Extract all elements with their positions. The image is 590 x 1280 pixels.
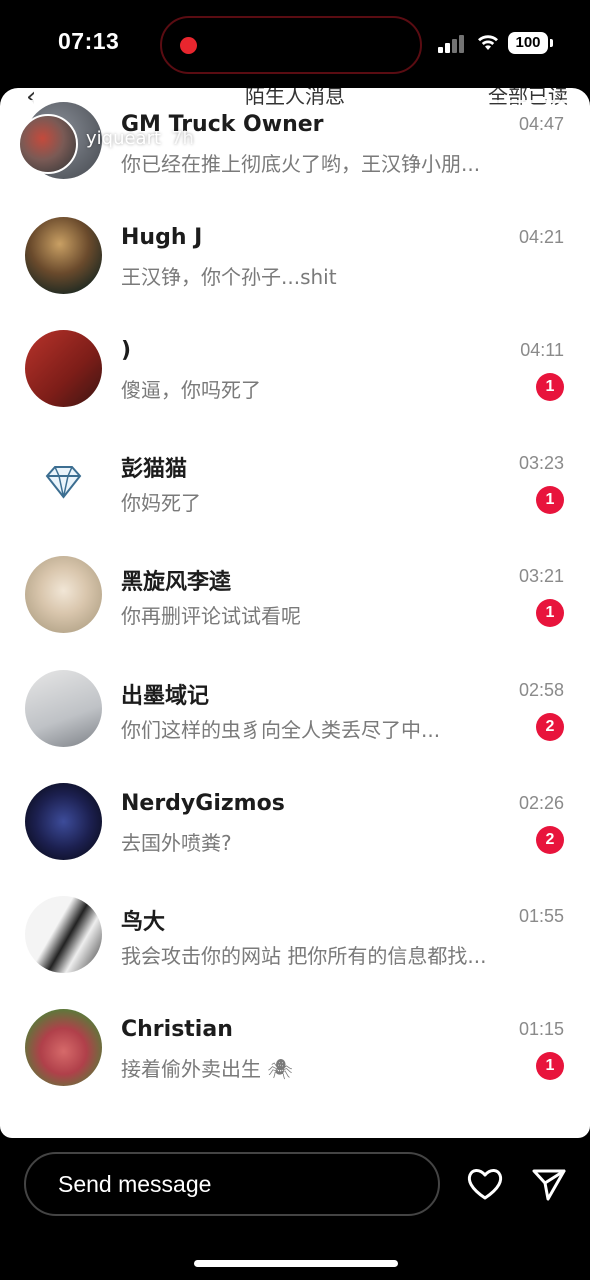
conversation-time: 02:58	[518, 680, 564, 700]
unread-badge: 2	[536, 713, 564, 741]
avatar	[25, 1009, 102, 1086]
conversation-name: 鸟大	[121, 910, 166, 935]
unread-badge: 1	[536, 599, 564, 627]
conversation-time: 02:26	[518, 793, 564, 813]
conversation-preview: 接着偷外卖出生 🕷	[121, 1057, 293, 1081]
conversation-name: Hugh J	[121, 225, 203, 250]
status-time: 07:13	[58, 28, 120, 54]
list-item: Hugh J 王汉铮，你个孙子...shit 04:21	[0, 215, 590, 328]
story-username[interactable]: yiqueart	[86, 128, 161, 149]
story-age: 7h	[171, 128, 194, 149]
conversation-time: 01:55	[518, 906, 564, 926]
story-content: ‹ 陌生人消息 全部已读 GM Truck Owner 你已经在推上彻底火了哟，…	[0, 88, 590, 1138]
battery-level: 100	[515, 34, 541, 51]
conversation-name: NerdyGizmos	[121, 791, 285, 816]
conversation-preview: 王汉铮，你个孙子...shit	[121, 265, 337, 289]
list-item: NerdyGizmos 去国外喷粪? 02:26 2	[0, 781, 590, 894]
heart-icon[interactable]	[466, 1166, 504, 1202]
list-item: 出墨域记 你们这样的虫豸向全人类丢尽了中... 02:58 2	[0, 668, 590, 781]
status-bar: 07:13 100	[0, 0, 590, 88]
diamond-icon	[45, 466, 82, 499]
conversation-time: 04:11	[520, 340, 564, 360]
home-indicator	[194, 1260, 398, 1267]
unread-badge: 1	[536, 1052, 564, 1080]
conversation-name: Christian	[121, 1017, 233, 1042]
story-author-avatar[interactable]	[18, 114, 78, 174]
conversation-preview: 你已经在推上彻底火了哟，王汉铮小朋...	[121, 152, 481, 176]
unread-badge: 2	[536, 826, 564, 854]
list-item: 彭猫猫 你妈死了 03:23 1	[0, 441, 590, 554]
conversation-name: 彭猫猫	[121, 457, 188, 482]
recording-indicator-icon	[180, 37, 197, 54]
dynamic-island	[160, 16, 422, 74]
conversation-time: 04:21	[518, 227, 564, 247]
more-icon[interactable]: ···	[484, 124, 515, 154]
cellular-signal-icon	[438, 33, 468, 53]
battery-icon: 100	[508, 32, 553, 54]
conversation-preview: 去国外喷粪?	[121, 831, 232, 855]
avatar	[25, 670, 102, 747]
conversation-name: 黑旋风李逵	[121, 570, 232, 595]
list-item: 鸟大 我会攻击你的网站 把你所有的信息都找... 01:55	[0, 894, 590, 1007]
list-item: Christian 接着偷外卖出生 🕷 01:15 1	[0, 1007, 590, 1120]
avatar	[25, 443, 102, 520]
conversation-name: )	[121, 338, 132, 363]
send-message-input[interactable]: Send message	[24, 1152, 440, 1216]
conversation-preview: 你妈死了	[121, 491, 201, 515]
conversation-preview: 你们这样的虫豸向全人类丢尽了中...	[121, 718, 441, 742]
conversation-name: 出墨域记	[121, 684, 210, 709]
conversation-preview: 我会攻击你的网站 把你所有的信息都找...	[121, 944, 487, 968]
list-item: ) 傻逼，你吗死了 04:11 1	[0, 328, 590, 441]
conversation-preview: 你再删评论试试看呢	[121, 604, 301, 628]
avatar	[25, 783, 102, 860]
unread-badge: 1	[536, 486, 564, 514]
avatar	[25, 330, 102, 407]
wifi-icon	[478, 35, 498, 50]
unread-badge: 1	[536, 373, 564, 401]
conversation-preview: 傻逼，你吗死了	[121, 378, 261, 402]
avatar	[25, 556, 102, 633]
list-item: GM Truck Owner 你已经在推上彻底火了哟，王汉铮小朋... 04:4…	[0, 100, 590, 213]
avatar	[25, 217, 102, 294]
conversation-time: 01:15	[518, 1019, 564, 1039]
send-message-placeholder[interactable]: Send message	[58, 1171, 211, 1198]
conversation-time: 03:21	[518, 566, 564, 586]
avatar	[25, 896, 102, 973]
list-item: 黑旋风李逵 你再删评论试试看呢 03:21 1	[0, 554, 590, 667]
conversation-time: 03:23	[518, 453, 564, 473]
send-icon[interactable]	[530, 1166, 568, 1202]
story-author[interactable]: yiqueart 7h	[86, 128, 194, 149]
close-icon[interactable]	[542, 122, 580, 160]
